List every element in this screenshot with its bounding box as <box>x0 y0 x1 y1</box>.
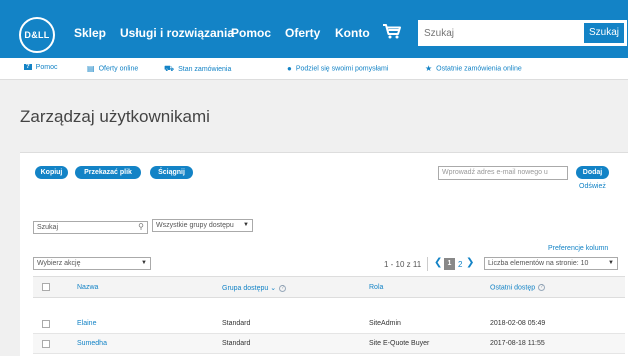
sub-navigation: ? Pomoc ▤ Oferty online ⛟ Stan zamówienia ●… <box>0 58 628 80</box>
row-checkbox[interactable] <box>42 340 50 348</box>
next-page-icon[interactable]: ❯ <box>466 257 474 268</box>
column-header-last-access-label: Ostatni dostęp <box>490 284 536 292</box>
nav-services-solutions[interactable]: Usługi i rozwiązania <box>120 26 234 40</box>
items-per-page-label: Liczba elementów na stronie: <box>488 260 579 267</box>
row-checkbox[interactable] <box>42 320 50 328</box>
refresh-link[interactable]: Odśwież <box>579 183 606 190</box>
download-button[interactable]: Ściągnij <box>150 166 193 179</box>
page-title: Zarządzaj użytkownikami <box>20 107 210 126</box>
column-preferences-link[interactable]: Preferencje kolumn <box>548 245 608 252</box>
header-search-button[interactable]: Szukaj <box>584 23 624 43</box>
table-header: Nazwa Grupa dostępu ⌄? Rola Ostatni dost… <box>33 276 625 298</box>
subnav-share-ideas-label: Podziel się swoimi pomysłami <box>295 65 389 73</box>
users-search-value: Szukaj <box>37 224 59 231</box>
access-group-select-value: Wszystkie grupy dostępu <box>156 222 234 229</box>
sort-desc-icon: ⌄ <box>270 285 277 292</box>
subnav-online-quotes[interactable]: ▤ Oferty online <box>87 64 138 73</box>
help-icon[interactable]: ? <box>538 284 546 291</box>
subnav-online-quotes-label: Oferty online <box>98 65 139 73</box>
items-per-page-select[interactable]: Liczba elementów na stronie: 10 ▼ <box>484 257 618 270</box>
subnav-help-label: Pomoc <box>35 64 58 71</box>
new-user-email-input[interactable]: Wprowadź adres e-mail nowego u <box>438 166 568 180</box>
users-search-input[interactable]: Szukaj ⚲ <box>33 221 148 234</box>
table-row: Sumedha Standard Site E-Quote Buyer 2017… <box>33 334 625 354</box>
last-access-cell: 2017-08-18 11:55 <box>490 340 545 347</box>
column-header-last-access[interactable]: Ostatni dostęp? <box>490 284 546 292</box>
top-navigation-bar: D&LL Sklep Usługi i rozwiązania Pomoc Of… <box>0 0 628 58</box>
cart-icon[interactable] <box>382 23 402 39</box>
truck-icon: ⛟ <box>164 64 175 73</box>
chevron-down-icon: ▼ <box>141 260 147 266</box>
table-row: Elaine Standard SiteAdmin 2018-02-08 05:… <box>33 314 625 334</box>
column-header-name[interactable]: Nazwa <box>77 284 98 291</box>
nav-shop[interactable]: Sklep <box>74 26 106 40</box>
page-2-link[interactable]: 2 <box>458 260 462 269</box>
nav-support[interactable]: Pomoc <box>231 26 271 40</box>
role-cell: SiteAdmin <box>369 320 401 327</box>
help-icon: ? <box>24 64 32 71</box>
user-name-link[interactable]: Elaine <box>77 320 96 327</box>
access-group-cell: Standard <box>222 340 251 347</box>
divider <box>427 257 428 271</box>
nav-account[interactable]: Konto <box>335 26 370 40</box>
chevron-down-icon: ▼ <box>608 260 614 266</box>
column-header-role[interactable]: Rola <box>369 284 383 291</box>
action-select[interactable]: Wybierz akcję ▼ <box>33 257 151 270</box>
pagination-range: 1 - 10 z 11 <box>384 260 422 269</box>
upload-file-button[interactable]: Przekazać plik <box>75 166 141 179</box>
user-management-panel: Kopiuj Przekazać plik Ściągnij Wprowadź … <box>20 152 628 356</box>
access-group-select[interactable]: Wszystkie grupy dostępu ▼ <box>152 219 253 232</box>
subnav-order-status-label: Stan zamówienia <box>178 65 232 73</box>
column-header-access-group-label: Grupa dostępu <box>222 285 269 292</box>
copy-button[interactable]: Kopiuj <box>35 166 68 179</box>
help-icon[interactable]: ? <box>279 284 287 292</box>
add-button[interactable]: Dodaj <box>576 166 609 179</box>
select-all-checkbox[interactable] <box>42 283 50 291</box>
column-header-access-group[interactable]: Grupa dostępu ⌄? <box>222 284 287 292</box>
search-icon[interactable]: ⚲ <box>138 222 144 232</box>
document-icon: ▤ <box>87 64 95 73</box>
subnav-recent-orders[interactable]: ★ Ostatnie zamówienia online <box>425 64 522 73</box>
action-select-value: Wybierz akcję <box>37 260 81 267</box>
star-icon: ★ <box>425 64 433 73</box>
prev-page-icon[interactable]: ❮ <box>434 257 442 268</box>
subnav-recent-orders-label: Ostatnie zamówienia online <box>436 65 522 73</box>
dell-logo[interactable]: D&LL <box>19 17 55 53</box>
last-access-cell: 2018-02-08 05:49 <box>490 320 546 327</box>
lightbulb-icon: ● <box>287 64 292 73</box>
header-search-input[interactable] <box>418 20 583 46</box>
subnav-share-ideas[interactable]: ● Podziel się swoimi pomysłami <box>287 64 388 73</box>
subnav-order-status[interactable]: ⛟ Stan zamówienia <box>164 64 231 74</box>
header-search: Szukaj <box>418 20 627 46</box>
chevron-down-icon: ▼ <box>243 222 249 228</box>
role-cell: Site E-Quote Buyer <box>369 340 430 347</box>
access-group-cell: Standard <box>222 320 251 327</box>
user-name-link[interactable]: Sumedha <box>77 340 107 347</box>
subnav-help[interactable]: ? Pomoc <box>24 64 57 71</box>
nav-deals[interactable]: Oferty <box>285 26 320 40</box>
current-page[interactable]: 1 <box>444 258 455 270</box>
items-per-page-value: 10 <box>580 260 589 267</box>
